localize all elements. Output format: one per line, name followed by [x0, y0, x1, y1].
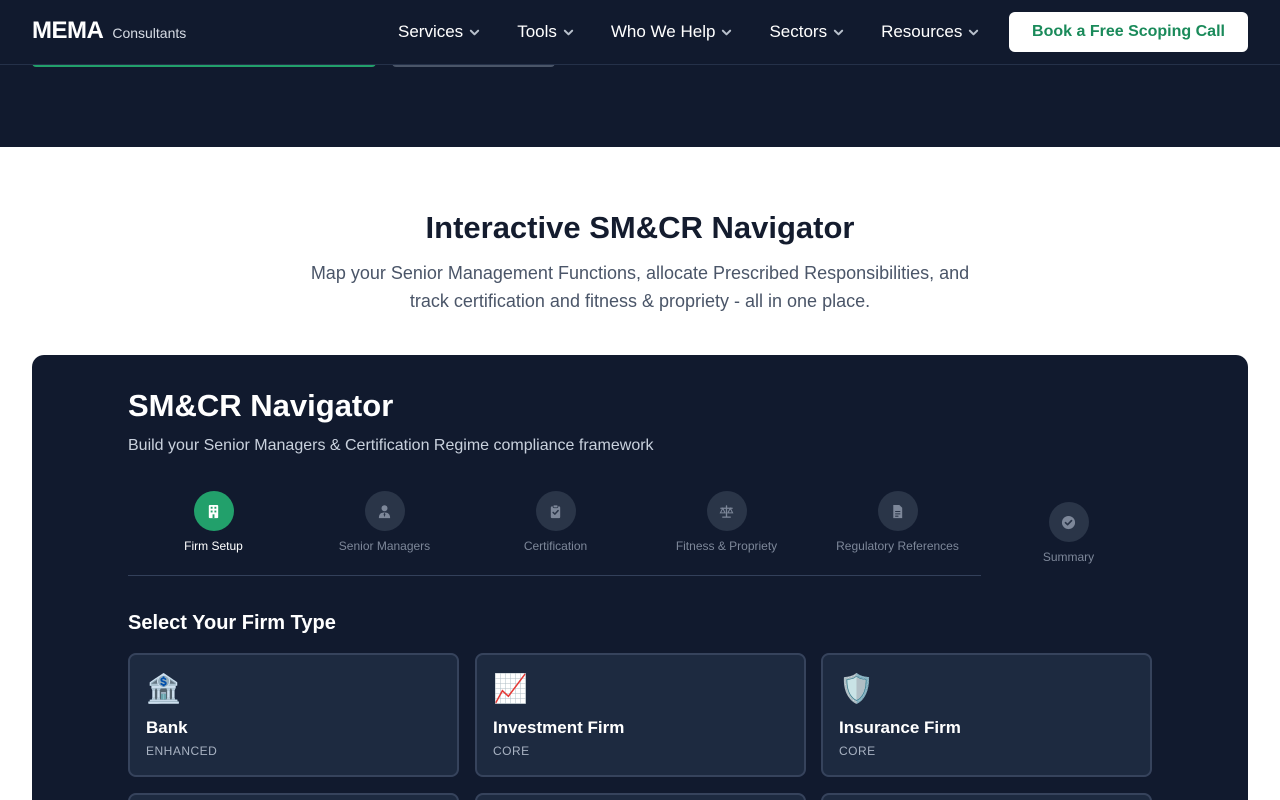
firm-type-name: Bank [146, 718, 188, 737]
nav-item-sectors[interactable]: Sectors [769, 22, 844, 42]
building-icon [208, 504, 219, 518]
file-icon [893, 504, 903, 518]
nav-label: Sectors [769, 22, 828, 41]
firm-type-card-investment[interactable]: 📈 Investment Firm CORE [475, 653, 806, 777]
step-label: Certification [523, 539, 588, 553]
section-title: Interactive SM&CR Navigator [425, 210, 855, 245]
nav-label: Services [398, 22, 464, 41]
firm-type-card-partial[interactable] [475, 793, 806, 800]
firm-type-tier: CORE [493, 744, 530, 758]
step-label: Firm Setup [184, 539, 243, 553]
balance-scale-icon [719, 504, 734, 518]
user-tie-icon [378, 504, 391, 518]
chevron-down-icon [722, 29, 732, 35]
nav-item-who-we-help[interactable]: Who We Help [611, 22, 733, 42]
step-circle [535, 491, 576, 531]
step-circle [706, 491, 747, 531]
step-circle [364, 491, 405, 531]
step-label: Senior Managers [338, 539, 431, 553]
step-firm-setup[interactable]: Firm Setup [128, 491, 299, 553]
step-summary[interactable]: Summary [983, 502, 1154, 564]
chart-up-icon: 📈 [493, 673, 528, 704]
step-label: Regulatory References [836, 539, 959, 553]
nav-item-tools[interactable]: Tools [517, 22, 574, 42]
firm-type-card-bank[interactable]: 🏦 Bank ENHANCED [128, 653, 459, 777]
nav-label: Resources [881, 22, 963, 41]
step-circle [877, 491, 918, 531]
navigator-panel: SM&CR Navigator Build your Senior Manage… [32, 355, 1248, 800]
firm-type-card-insurance[interactable]: 🛡️ Insurance Firm CORE [821, 653, 1152, 777]
check-circle-icon [1061, 515, 1076, 529]
step-fitness-propriety[interactable]: Fitness & Propriety [641, 491, 812, 553]
hero-section [0, 63, 1280, 147]
bank-icon: 🏦 [146, 673, 181, 704]
chevron-down-icon [563, 29, 574, 35]
nav-label: Who We Help [610, 22, 716, 41]
navigator-title: SM&CR Navigator [128, 388, 394, 423]
site-logo[interactable]: MEMA Consultants [32, 17, 186, 45]
chevron-down-icon [833, 29, 844, 35]
nav-label: Tools [517, 22, 557, 41]
step-label: Summary [1042, 550, 1095, 564]
firm-type-name: Investment Firm [493, 718, 625, 737]
nav-item-services[interactable]: Services [398, 22, 480, 42]
firm-type-heading: Select Your Firm Type [128, 612, 336, 634]
shield-icon: 🛡️ [839, 673, 874, 704]
logo-subtitle: Consultants [112, 25, 187, 41]
nav-item-resources[interactable]: Resources [881, 22, 979, 42]
step-regulatory-references[interactable]: Regulatory References [812, 491, 983, 553]
main-nav: Services Tools Who We Help Sectors Resou… [398, 0, 1016, 64]
step-divider [128, 575, 981, 576]
step-certification[interactable]: Certification [470, 491, 641, 553]
site-header: MEMA Consultants Services Tools Who We H… [0, 0, 1280, 65]
firm-type-card-partial[interactable] [128, 793, 459, 800]
book-scoping-call-button[interactable]: Book a Free Scoping Call [1009, 12, 1248, 52]
logo-wordmark: MEMA [32, 17, 104, 44]
navigator-subtitle: Build your Senior Managers & Certificati… [128, 437, 654, 454]
firm-type-card-partial[interactable] [821, 793, 1152, 800]
step-progress: Firm Setup Senior Managers Certification… [128, 491, 1152, 581]
chevron-down-icon [969, 29, 979, 35]
step-circle [193, 491, 234, 531]
chevron-down-icon [470, 29, 480, 35]
step-senior-managers[interactable]: Senior Managers [299, 491, 470, 553]
clipboard-check-icon [550, 504, 561, 518]
step-label: Fitness & Propriety [675, 539, 778, 553]
firm-type-tier: ENHANCED [146, 744, 218, 758]
firm-type-tier: CORE [839, 744, 876, 758]
firm-type-name: Insurance Firm [839, 718, 961, 737]
section-description: Map your Senior Management Functions, al… [310, 263, 970, 311]
step-circle [1048, 502, 1089, 542]
